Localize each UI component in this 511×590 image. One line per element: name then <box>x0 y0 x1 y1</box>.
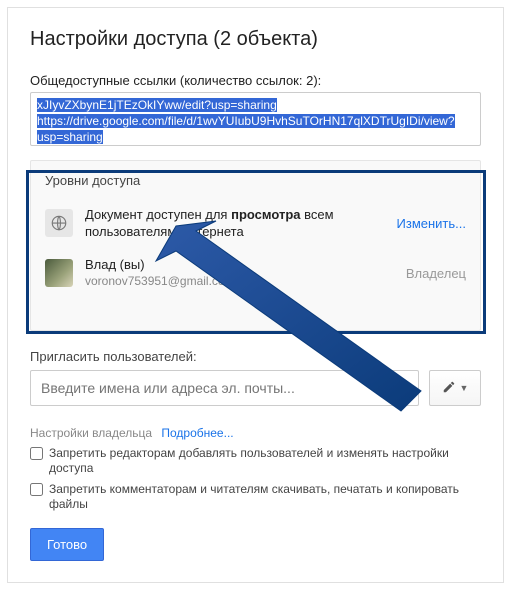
sharing-dialog: Настройки доступа (2 объекта) Общедоступ… <box>7 7 504 583</box>
restrict-download-label: Запретить комментаторам и читателям скач… <box>49 482 481 512</box>
shareable-links-textarea[interactable]: xJIyvZXbynE1jTEzOkIYww/edit?usp=sharing … <box>30 92 481 146</box>
public-access-text: Документ доступен для просмотра всем пол… <box>85 206 397 240</box>
pencil-icon <box>442 380 456 397</box>
restrict-download-checkbox[interactable] <box>30 483 43 496</box>
permission-dropdown-button[interactable]: ▼ <box>429 370 481 406</box>
link-text-3: usp=sharing <box>37 130 103 144</box>
avatar <box>45 259 73 287</box>
owner-row: Влад (вы) voronov753951@gmail.com Владел… <box>31 250 480 300</box>
owner-name: Влад (вы) <box>85 256 406 273</box>
invite-input[interactable] <box>30 370 419 406</box>
owner-settings-label: Настройки владельца <box>30 426 152 440</box>
restrict-download-row[interactable]: Запретить комментаторам и читателям скач… <box>30 482 481 512</box>
link-text-1: xJIyvZXbynE1jTEzOkIYww/edit?usp=sharing <box>37 98 277 112</box>
chevron-down-icon: ▼ <box>460 383 469 393</box>
globe-icon <box>45 209 73 237</box>
owner-email: voronov753951@gmail.com <box>85 273 406 290</box>
done-button[interactable]: Готово <box>30 528 104 561</box>
restrict-editors-row[interactable]: Запретить редакторам добавлять пользоват… <box>30 446 481 476</box>
access-levels-panel: Уровни доступа Документ доступен для про… <box>30 160 481 331</box>
public-access-row: Документ доступен для просмотра всем пол… <box>31 198 480 250</box>
owner-settings-more-link[interactable]: Подробнее... <box>161 426 233 440</box>
shareable-links-label: Общедоступные ссылки (количество ссылок:… <box>30 73 481 88</box>
invite-label: Пригласить пользователей: <box>30 349 481 364</box>
restrict-editors-checkbox[interactable] <box>30 447 43 460</box>
dialog-title: Настройки доступа (2 объекта) <box>30 28 481 51</box>
restrict-editors-label: Запретить редакторам добавлять пользоват… <box>49 446 481 476</box>
owner-settings-line: Настройки владельца Подробнее... <box>30 426 481 440</box>
link-text-2: https://drive.google.com/file/d/1wvYUIub… <box>37 114 455 128</box>
access-levels-header: Уровни доступа <box>31 161 480 198</box>
owner-info: Влад (вы) voronov753951@gmail.com <box>85 256 406 290</box>
owner-role: Владелец <box>406 266 466 281</box>
change-access-link[interactable]: Изменить... <box>397 216 466 231</box>
